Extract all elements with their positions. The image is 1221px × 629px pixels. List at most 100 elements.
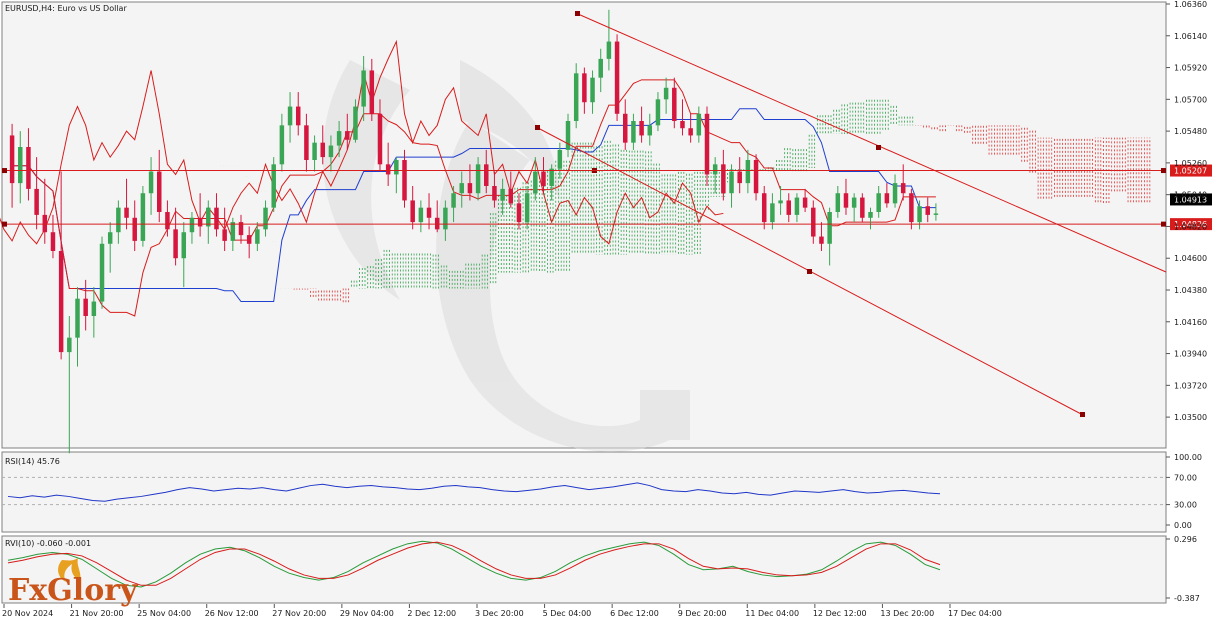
candle-body — [451, 193, 456, 208]
candle-body — [655, 99, 661, 126]
channel-anchor[interactable] — [575, 11, 580, 16]
candle-body — [42, 214, 48, 233]
price-tick-label: 1.05920 — [1174, 64, 1207, 73]
price-axis: 1.06360 1.06140 1.05920 1.05700 1.05480 1.052… — [1166, 0, 1207, 422]
candle-body — [557, 149, 563, 169]
candle-body — [197, 217, 203, 227]
candle-body — [802, 197, 808, 208]
candle-body — [385, 164, 391, 175]
time-tick-label: 21 Nov 20:00 — [70, 609, 124, 618]
candle[interactable] — [704, 106, 710, 186]
candle-body — [712, 164, 718, 175]
candle-body — [770, 203, 775, 223]
candle-body — [925, 206, 930, 215]
chart-svg: 1.052071.048361.04913 1.063601.061401.05… — [0, 0, 1212, 618]
time-tick-label: 2 Dec 12:00 — [407, 609, 456, 618]
candle-body — [394, 160, 399, 175]
candle-body — [868, 212, 873, 218]
candle-body — [246, 235, 252, 244]
candle-body — [83, 298, 88, 316]
candle-body — [91, 301, 97, 316]
candle-body — [402, 160, 407, 201]
candle-body — [181, 232, 187, 259]
candle-body — [189, 217, 195, 233]
candle-body — [541, 171, 546, 186]
candle-body — [50, 232, 56, 251]
price-tick-label: 1.03940 — [1174, 350, 1207, 359]
candle-body — [892, 183, 898, 204]
channel-anchor[interactable] — [1080, 412, 1085, 417]
chart-header: EURUSD,H4: Euro vs US Dollar — [5, 4, 127, 13]
candle-body — [524, 193, 530, 223]
channel-anchor[interactable] — [807, 269, 812, 274]
candle-body — [165, 212, 170, 230]
candle-body — [230, 222, 236, 241]
candle-body — [647, 125, 653, 136]
candle-body — [753, 160, 759, 194]
candle-body — [18, 147, 23, 184]
level-anchor[interactable] — [2, 221, 7, 227]
candle-body — [851, 197, 857, 208]
candle-body — [500, 188, 505, 201]
candle[interactable] — [614, 34, 620, 121]
candle-body — [614, 41, 620, 114]
time-tick-label: 5 Dec 04:00 — [543, 609, 592, 618]
candle-body — [255, 229, 260, 244]
price-tick-label: 1.03720 — [1174, 381, 1207, 390]
candle-body — [345, 131, 350, 140]
price-tick-label: 1.05040 — [1174, 191, 1207, 200]
candle-body — [328, 145, 334, 158]
candle-body — [860, 197, 865, 218]
candle-body — [598, 58, 603, 78]
candle-body — [729, 171, 734, 194]
price-tick-label: 1.04600 — [1174, 254, 1207, 263]
rvi-tick-label: -0.387 — [1174, 594, 1200, 603]
rsi-panel — [1, 451, 1167, 533]
candle-body — [132, 217, 137, 241]
candle[interactable] — [140, 186, 146, 247]
candle-body — [369, 70, 375, 114]
candle[interactable] — [271, 157, 276, 212]
candle-body — [34, 188, 39, 215]
candle-body — [794, 197, 800, 215]
candle-body — [704, 113, 710, 175]
channel-anchor[interactable] — [876, 145, 881, 150]
time-axis: 20 Nov 2024 21 Nov 20:00 25 Nov 04:00 26 No… — [2, 604, 1002, 618]
candle-body — [287, 106, 293, 126]
candle-body — [459, 183, 464, 194]
time-tick-label: 3 Dec 20:00 — [475, 609, 524, 618]
candle-body — [214, 207, 219, 230]
candle-body — [565, 121, 571, 150]
candle-body — [434, 217, 440, 230]
candle-body — [590, 77, 595, 103]
candle-body — [475, 164, 481, 194]
price-tick-label: 1.03500 — [1174, 413, 1207, 422]
time-tick-label: 11 Dec 04:00 — [745, 609, 799, 618]
channel-anchor[interactable] — [535, 125, 540, 130]
candle-body — [361, 70, 366, 107]
candle-body — [884, 193, 890, 204]
candle-body — [876, 193, 881, 212]
candle-body — [67, 337, 72, 353]
time-tick-label: 9 Dec 20:00 — [678, 609, 727, 618]
candle-body — [99, 243, 105, 302]
candle-body — [26, 147, 31, 189]
candle-body — [279, 125, 285, 165]
level-anchor[interactable] — [2, 168, 7, 174]
candle-body — [58, 251, 64, 353]
time-tick-label: 20 Nov 2024 — [2, 609, 53, 618]
price-tick-label: 1.06360 — [1174, 0, 1207, 9]
candle-body — [786, 200, 792, 215]
candle-body — [533, 171, 538, 194]
time-tick-label: 17 Dec 04:00 — [948, 609, 1002, 618]
candle-body — [410, 200, 415, 223]
time-tick-label: 25 Nov 04:00 — [137, 609, 191, 618]
candle-body — [9, 135, 15, 184]
candle-body — [222, 229, 227, 241]
candle-body — [549, 168, 554, 186]
level-anchor[interactable] — [1161, 221, 1166, 227]
level-anchor[interactable] — [1161, 168, 1166, 174]
candle-body — [622, 113, 628, 143]
candle-body — [116, 207, 121, 233]
candle[interactable] — [99, 236, 105, 309]
